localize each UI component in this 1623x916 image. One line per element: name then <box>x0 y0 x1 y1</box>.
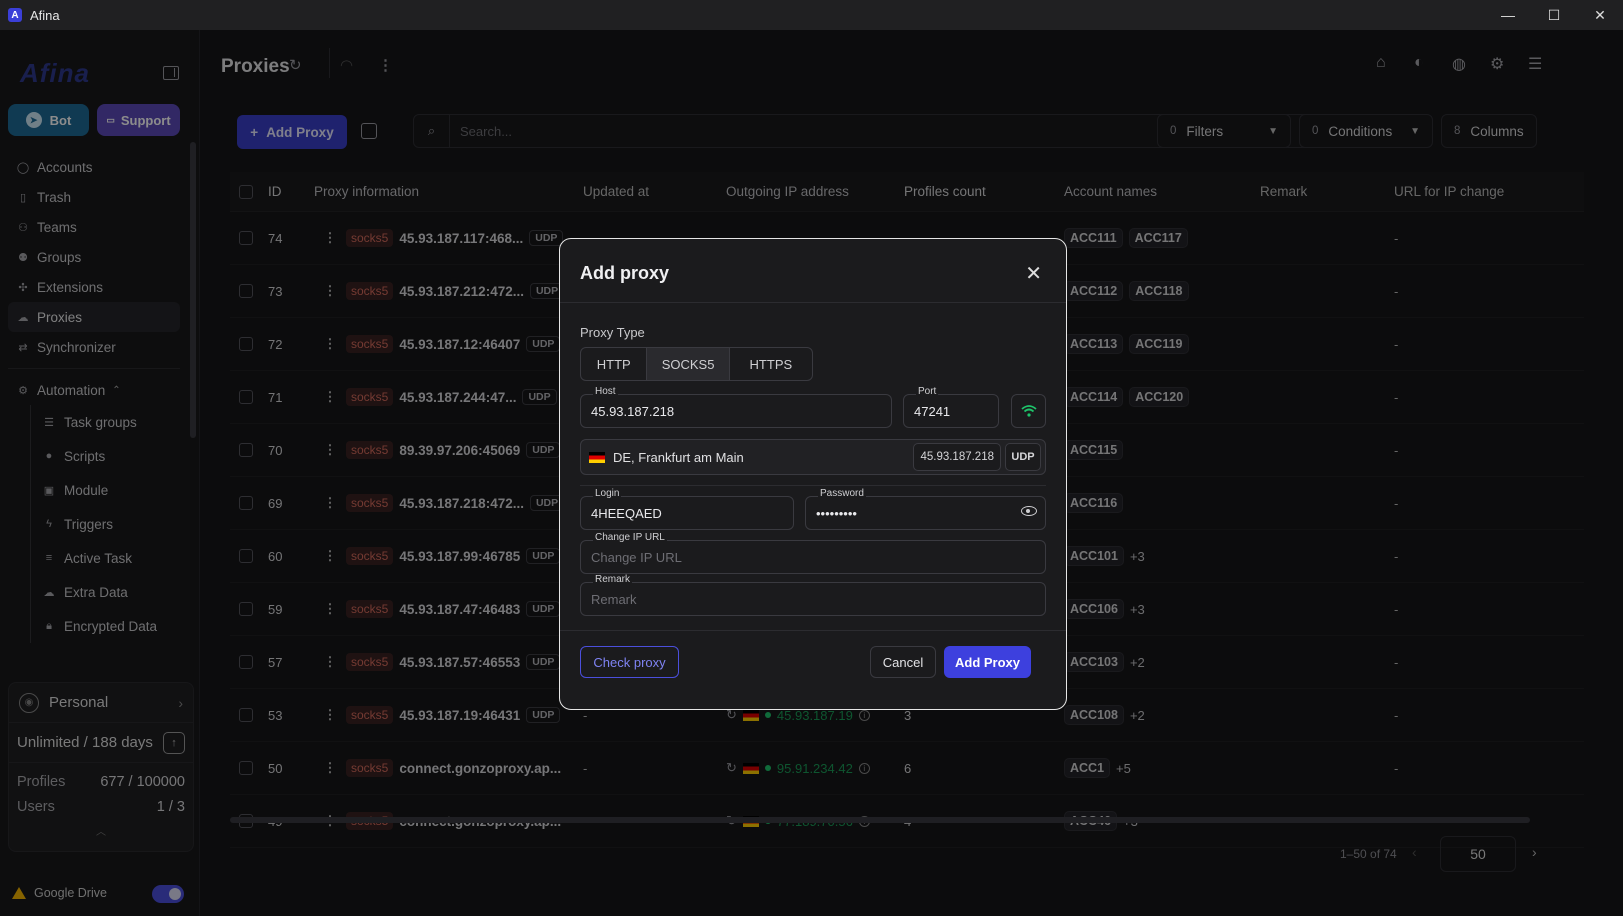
geo-udp-badge: UDP <box>1005 443 1041 471</box>
host-value: 45.93.187.218 <box>591 404 675 419</box>
change-ip-url-label: Change IP URL <box>593 532 667 543</box>
login-field[interactable]: Login 4HEEQAED <box>580 488 794 530</box>
eye-icon[interactable] <box>1021 506 1037 516</box>
modal-title: Add proxy <box>580 263 670 283</box>
password-label: Password <box>818 488 866 499</box>
proxy-type-https[interactable]: HTTPS <box>730 348 812 380</box>
remark-placeholder: Remark <box>591 592 637 607</box>
wifi-icon <box>1020 405 1037 417</box>
host-label: Host <box>593 386 618 397</box>
add-proxy-modal: Add proxy ✕ Proxy Type HTTP SOCKS5 HTTPS… <box>559 238 1067 710</box>
geo-info-row: DE, Frankfurt am Main 45.93.187.218 UDP <box>580 439 1046 475</box>
change-ip-url-placeholder: Change IP URL <box>591 550 682 565</box>
host-field[interactable]: Host 45.93.187.218 <box>580 386 892 428</box>
change-ip-url-field[interactable]: Change IP URL Change IP URL <box>580 532 1046 574</box>
password-value: ••••••••• <box>816 506 857 521</box>
window-titlebar: A Afina — ☐ ✕ <box>0 0 1623 30</box>
modal-divider <box>560 302 1066 303</box>
check-proxy-button[interactable]: Check proxy <box>580 646 679 678</box>
cancel-button[interactable]: Cancel <box>870 646 936 678</box>
login-value: 4HEEQAED <box>591 506 662 521</box>
proxy-type-label: Proxy Type <box>580 325 645 340</box>
modal-divider <box>580 485 1046 486</box>
add-proxy-submit-button[interactable]: Add Proxy <box>944 646 1031 678</box>
geo-ip-badge: 45.93.187.218 <box>913 443 1001 471</box>
remark-field[interactable]: Remark Remark <box>580 574 1046 616</box>
minimize-button[interactable]: — <box>1485 0 1531 30</box>
app-icon: A <box>8 8 22 22</box>
password-field[interactable]: Password ••••••••• <box>805 488 1046 530</box>
modal-divider <box>560 630 1066 631</box>
check-connection-button[interactable] <box>1011 394 1046 428</box>
remark-label: Remark <box>593 574 633 585</box>
maximize-button[interactable]: ☐ <box>1531 0 1577 30</box>
window-title: Afina <box>30 7 60 23</box>
proxy-type-selector: HTTP SOCKS5 HTTPS <box>580 347 813 381</box>
geo-location: DE, Frankfurt am Main <box>613 449 744 465</box>
close-icon[interactable]: ✕ <box>1025 261 1042 286</box>
proxy-type-socks5[interactable]: SOCKS5 <box>647 348 730 380</box>
port-label: Port <box>916 386 939 397</box>
port-field[interactable]: Port 47241 <box>903 386 999 428</box>
login-label: Login <box>593 488 622 499</box>
port-value: 47241 <box>914 404 951 419</box>
germany-flag-icon <box>589 451 605 463</box>
close-window-button[interactable]: ✕ <box>1577 0 1623 30</box>
proxy-type-http[interactable]: HTTP <box>581 348 648 380</box>
